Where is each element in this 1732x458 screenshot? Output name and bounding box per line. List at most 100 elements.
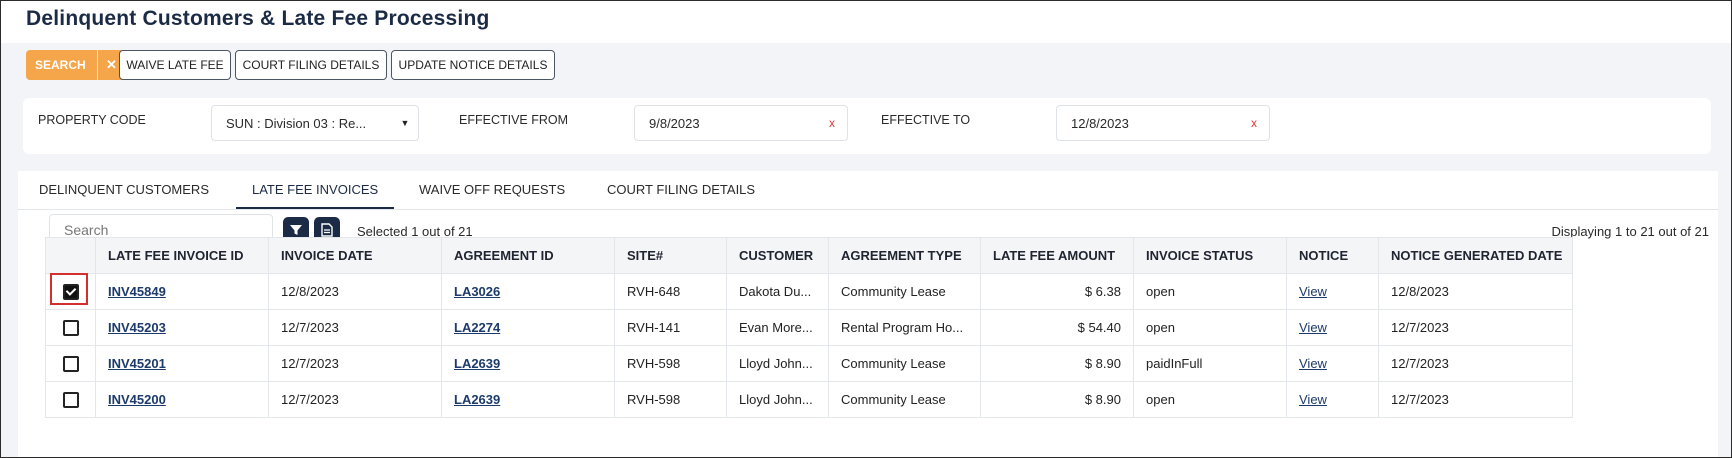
court-filing-details-button[interactable]: COURT FILING DETAILS	[235, 50, 387, 80]
search-button[interactable]: SEARCH ✕	[26, 50, 125, 80]
invoice-date-cell: 12/7/2023	[268, 381, 442, 418]
invoice-id-cell: INV45849	[95, 273, 269, 310]
customer-cell: Dakota Du...	[726, 273, 829, 310]
app-window: Delinquent Customers & Late Fee Processi…	[0, 0, 1732, 458]
table-row[interactable]: INV45201 12/7/2023 LA2639 RVH-598 Lloyd John…	[45, 345, 1574, 382]
table-row[interactable]: INV45203 12/7/2023 LA2274 RVH-141 Evan More.…	[45, 309, 1574, 346]
notice-generated-date-cell: 12/7/2023	[1377, 309, 1574, 346]
effective-to-field[interactable]: 12/8/2023 x	[1056, 105, 1270, 141]
column-header[interactable]: NOTICE GENERATED DATE	[1377, 237, 1574, 274]
effective-to-label: EFFECTIVE TO	[881, 113, 971, 127]
title-bar: Delinquent Customers & Late Fee Processi…	[1, 1, 1731, 43]
row-select-cell	[45, 345, 96, 382]
tab-late-fee-invoices[interactable]: LATE FEE INVOICES	[236, 171, 395, 209]
tab-court-filing-details[interactable]: COURT FILING DETAILS	[607, 171, 755, 207]
effective-from-label: EFFECTIVE FROM	[459, 113, 569, 127]
chevron-down-icon: ▼	[400, 118, 410, 128]
table-header-row: LATE FEE INVOICE ID INVOICE DATE AGREEME…	[45, 237, 1574, 274]
site-cell: RVH-598	[614, 345, 727, 382]
column-header[interactable]: LATE FEE INVOICE ID	[95, 237, 269, 274]
column-header[interactable]: CUSTOMER	[726, 237, 829, 274]
late-fee-amount-cell: $ 54.40	[980, 309, 1134, 346]
waive-late-fee-button[interactable]: WAIVE LATE FEE	[119, 50, 231, 80]
effective-from-value: 9/8/2023	[649, 115, 700, 131]
column-header[interactable]: SITE#	[614, 237, 727, 274]
agreement-id-cell: LA2274	[441, 309, 615, 346]
selection-highlight	[50, 273, 88, 305]
agreement-id-link[interactable]: LA2274	[454, 320, 500, 335]
agreement-id-link[interactable]: LA2639	[454, 356, 500, 371]
late-fee-invoices-table: LATE FEE INVOICE ID INVOICE DATE AGREEME…	[45, 237, 1574, 418]
late-fee-amount-cell: $ 6.38	[980, 273, 1134, 310]
invoice-status-cell: open	[1133, 273, 1287, 310]
agreement-id-cell: LA3026	[441, 273, 615, 310]
agreement-id-cell: LA2639	[441, 381, 615, 418]
invoice-date-cell: 12/8/2023	[268, 273, 442, 310]
filter-panel: PROPERTY CODE SUN : Division 03 : Re... …	[23, 98, 1711, 154]
invoice-id-cell: INV45200	[95, 381, 269, 418]
invoice-id-link[interactable]: INV45200	[108, 392, 166, 407]
page-title: Delinquent Customers & Late Fee Processi…	[26, 7, 490, 30]
customer-cell: Evan More...	[726, 309, 829, 346]
row-select-cell	[45, 309, 96, 346]
invoice-id-link[interactable]: INV45203	[108, 320, 166, 335]
column-header[interactable]: AGREEMENT TYPE	[828, 237, 981, 274]
invoice-status-cell: open	[1133, 381, 1287, 418]
table-row[interactable]: INV45200 12/7/2023 LA2639 RVH-598 Lloyd John…	[45, 381, 1574, 418]
agreement-type-cell: Community Lease	[828, 381, 981, 418]
customer-cell: Lloyd John...	[726, 381, 829, 418]
clear-effective-from-icon[interactable]: x	[817, 116, 847, 130]
customer-cell: Lloyd John...	[726, 345, 829, 382]
select-column-header	[45, 237, 96, 274]
display-range: Displaying 1 to 21 out of 21	[1551, 224, 1709, 239]
notice-generated-date-cell: 12/7/2023	[1377, 345, 1574, 382]
row-select-cell	[45, 381, 96, 418]
divider	[97, 50, 98, 80]
row-checkbox[interactable]	[62, 319, 79, 336]
invoice-id-cell: INV45201	[95, 345, 269, 382]
view-notice-link[interactable]: View	[1299, 320, 1327, 335]
property-code-select[interactable]: SUN : Division 03 : Re... ▼	[211, 105, 419, 141]
view-notice-link[interactable]: View	[1299, 392, 1327, 407]
late-fee-amount-cell: $ 8.90	[980, 381, 1134, 418]
site-cell: RVH-598	[614, 381, 727, 418]
agreement-type-cell: Community Lease	[828, 273, 981, 310]
column-header[interactable]: LATE FEE AMOUNT	[980, 237, 1134, 274]
row-checkbox[interactable]	[62, 355, 79, 372]
notice-cell: View	[1286, 309, 1379, 346]
effective-from-field[interactable]: 9/8/2023 x	[634, 105, 848, 141]
view-notice-link[interactable]: View	[1299, 284, 1327, 299]
notice-cell: View	[1286, 273, 1379, 310]
agreement-id-link[interactable]: LA2639	[454, 392, 500, 407]
column-header[interactable]: INVOICE STATUS	[1133, 237, 1287, 274]
invoice-id-cell: INV45203	[95, 309, 269, 346]
agreement-id-link[interactable]: LA3026	[454, 284, 500, 299]
invoice-status-cell: open	[1133, 309, 1287, 346]
site-cell: RVH-141	[614, 309, 727, 346]
clear-effective-to-icon[interactable]: x	[1239, 116, 1269, 130]
tab-delinquent-customers[interactable]: DELINQUENT CUSTOMERS	[39, 171, 209, 207]
effective-to-value: 12/8/2023	[1071, 115, 1129, 131]
invoice-id-link[interactable]: INV45849	[108, 284, 166, 299]
invoice-date-cell: 12/7/2023	[268, 309, 442, 346]
row-checkbox[interactable]	[62, 391, 79, 408]
column-header[interactable]: NOTICE	[1286, 237, 1379, 274]
table-row[interactable]: INV45849 12/8/2023 LA3026 RVH-648 Dakota Du.…	[45, 273, 1574, 310]
invoice-status-cell: paidInFull	[1133, 345, 1287, 382]
invoice-date-cell: 12/7/2023	[268, 345, 442, 382]
search-button-label: SEARCH	[35, 58, 86, 72]
tab-waive-off-requests[interactable]: WAIVE OFF REQUESTS	[419, 171, 565, 207]
notice-generated-date-cell: 12/7/2023	[1377, 381, 1574, 418]
site-cell: RVH-648	[614, 273, 727, 310]
update-notice-details-button[interactable]: UPDATE NOTICE DETAILS	[391, 50, 555, 80]
view-notice-link[interactable]: View	[1299, 356, 1327, 371]
notice-generated-date-cell: 12/8/2023	[1377, 273, 1574, 310]
column-header[interactable]: INVOICE DATE	[268, 237, 442, 274]
property-code-label: PROPERTY CODE	[38, 113, 146, 127]
property-code-value: SUN : Division 03 : Re...	[226, 115, 367, 131]
late-fee-amount-cell: $ 8.90	[980, 345, 1134, 382]
notice-cell: View	[1286, 381, 1379, 418]
invoice-id-link[interactable]: INV45201	[108, 356, 166, 371]
agreement-type-cell: Rental Program Ho...	[828, 309, 981, 346]
column-header[interactable]: AGREEMENT ID	[441, 237, 615, 274]
